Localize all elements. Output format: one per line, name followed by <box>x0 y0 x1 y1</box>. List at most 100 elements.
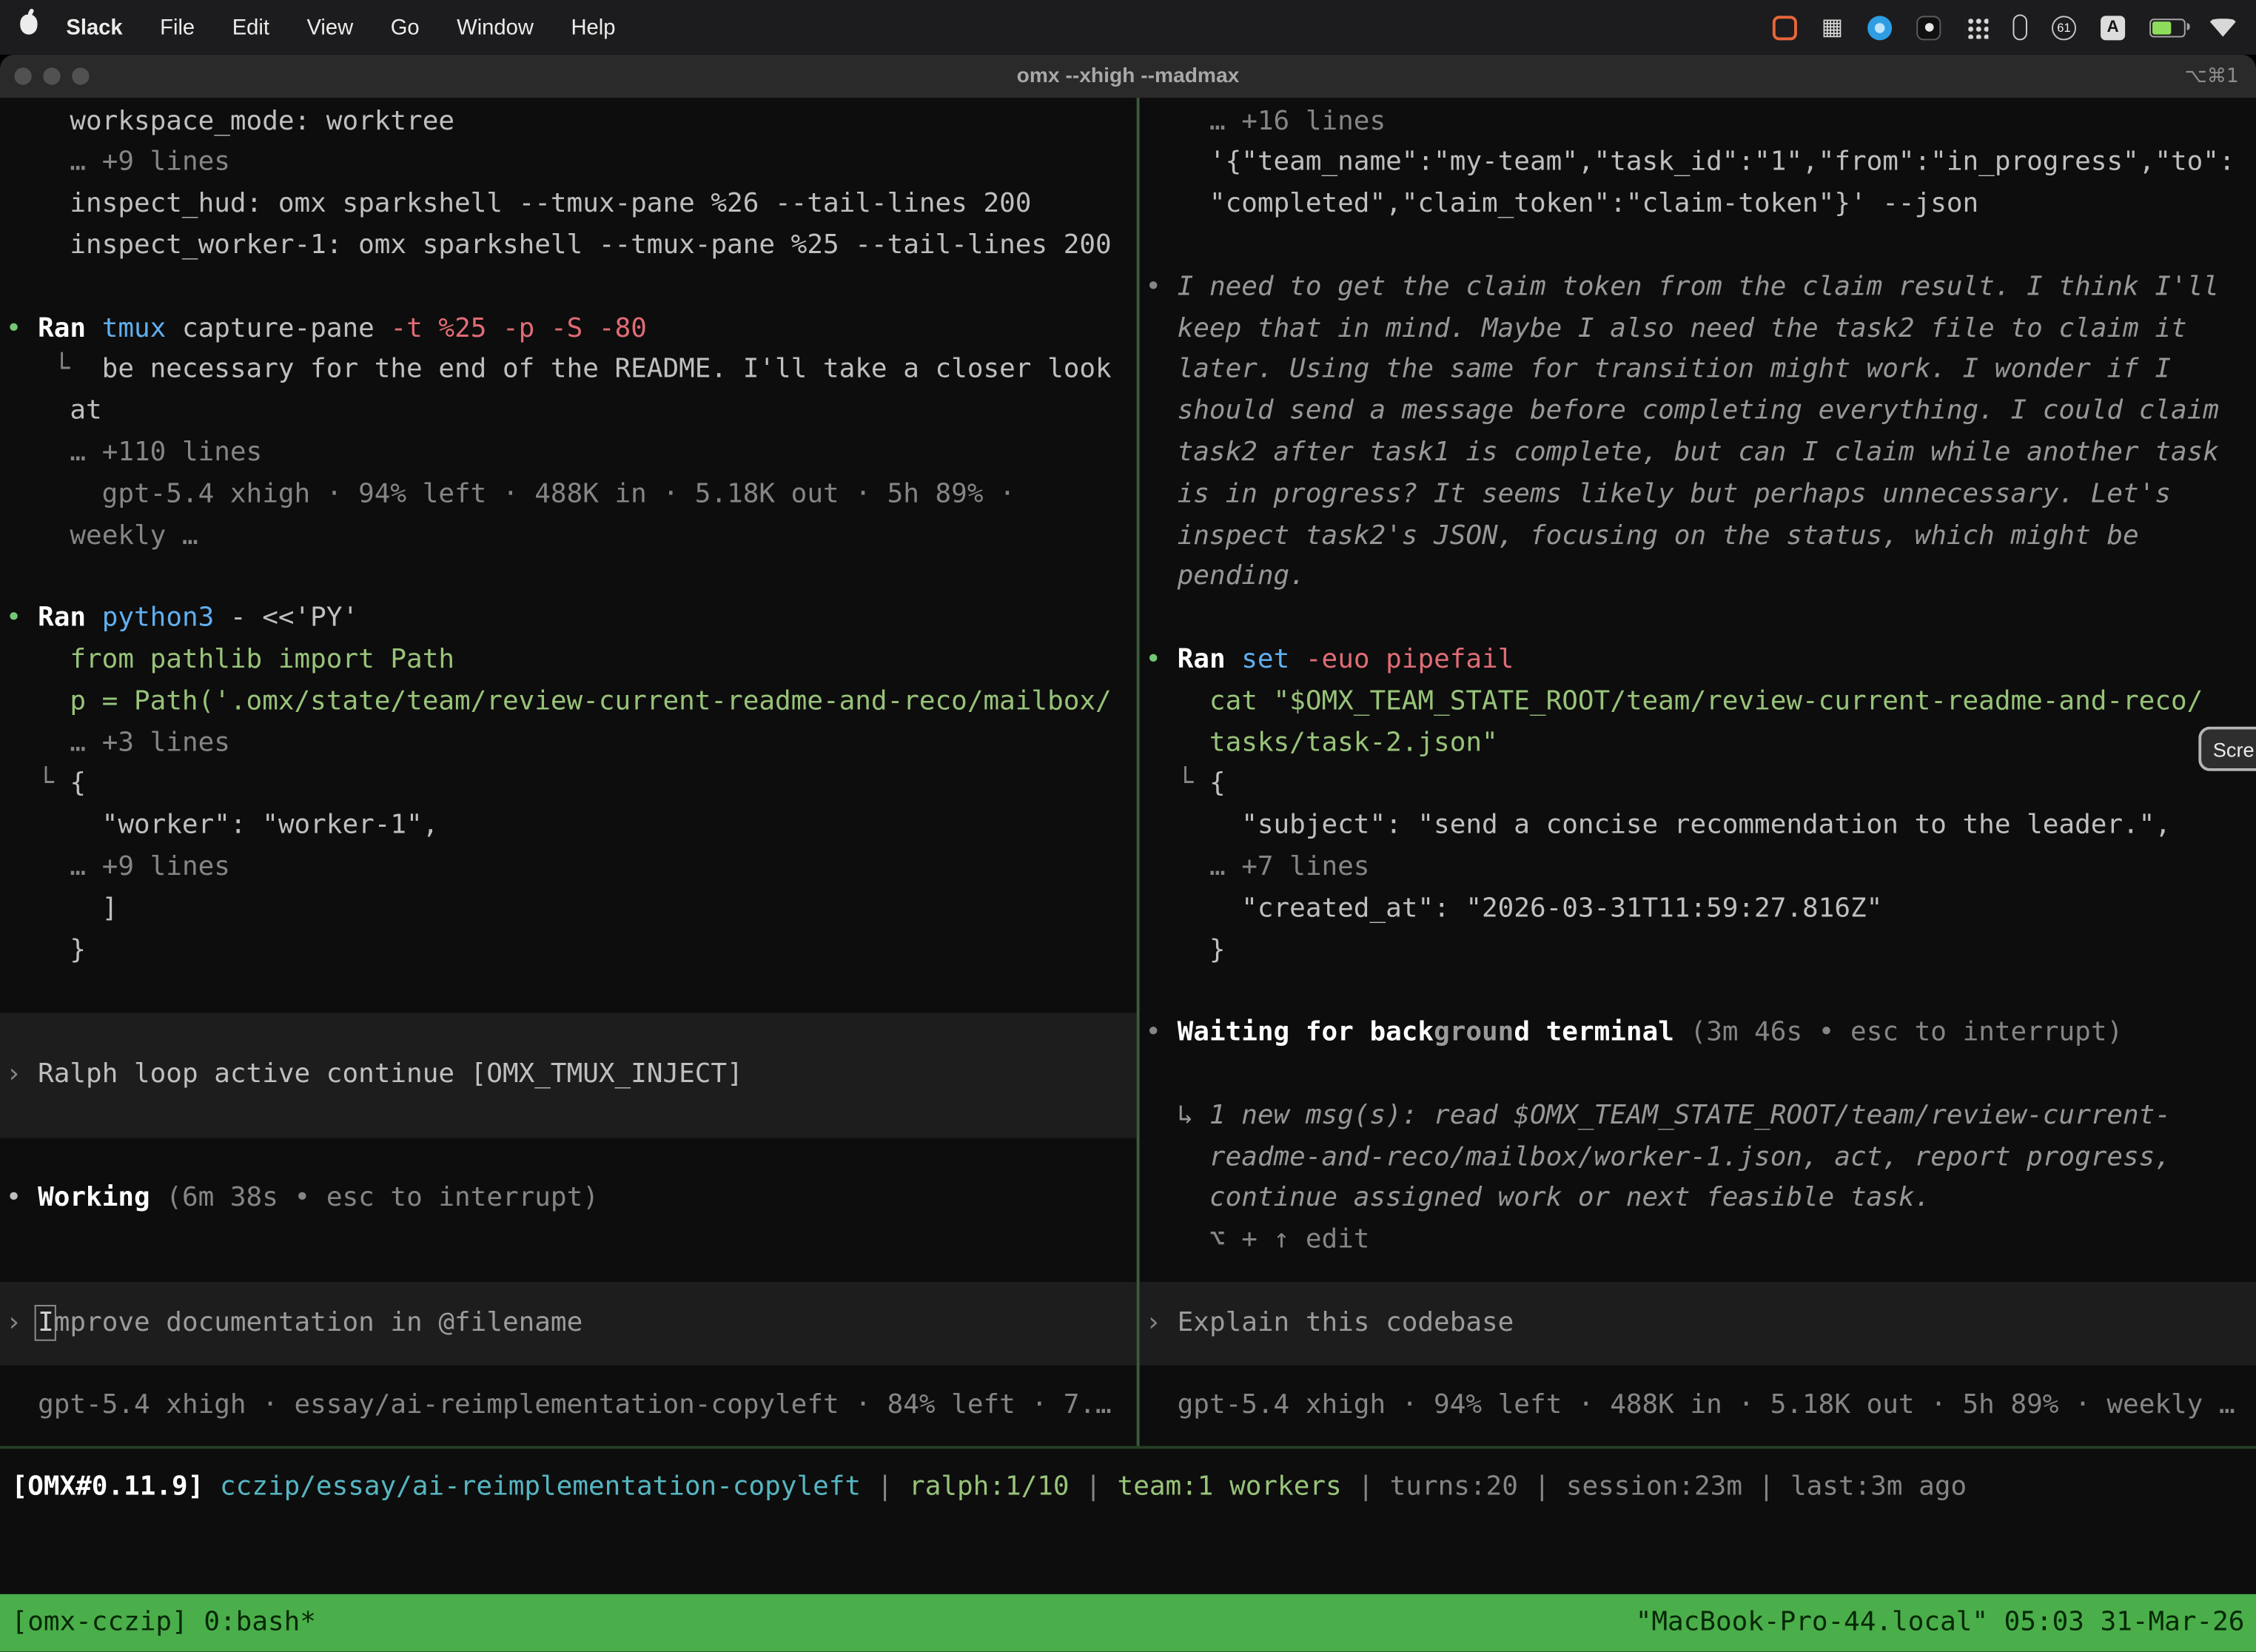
terminal-line <box>6 557 1137 599</box>
terminal-line: p = Path('.omx/state/team/review-current… <box>6 682 1137 723</box>
terminal-line: … +7 lines <box>1145 847 2256 889</box>
app-menu-title[interactable]: Slack <box>66 15 122 39</box>
omx-status-area: [OMX#0.11.9] cczip/essay/ai-reimplementa… <box>0 1446 2256 1594</box>
terminal-line: inspect_worker-1: omx sparkshell --tmux-… <box>6 226 1137 267</box>
terminal-line: • Waiting for background terminal (3m 46… <box>1145 1013 2256 1055</box>
terminal-line <box>6 1345 1137 1386</box>
battery-percent-badge[interactable]: 61 <box>2052 15 2076 39</box>
title-bar: omx --xhigh --madmax ⌥⌘1 <box>0 55 2256 99</box>
terminal-line: › Ralph loop active continue [OMX_TMUX_I… <box>6 1055 1137 1096</box>
terminal-line: └ { <box>6 765 1137 806</box>
terminal-line: "completed","claim_token":"claim-token"}… <box>1145 184 2256 226</box>
terminal-line: continue assigned work or next feasible … <box>1145 1179 2256 1220</box>
tmux-host-clock-label: "MacBook-Pro-44.local" 05:03 31-Mar-26 <box>1636 1602 2245 1644</box>
left-terminal-pane[interactable]: workspace_mode: worktree … +9 lines insp… <box>0 98 1137 1446</box>
left-pane-lines: workspace_mode: worktree … +9 lines insp… <box>6 101 1137 1427</box>
terminal-line: weekly … <box>6 516 1137 557</box>
menu-item-file[interactable]: File <box>160 15 195 39</box>
pill-app-icon[interactable] <box>2012 14 2027 40</box>
terminal-line: › Improve documentation in @filename <box>6 1303 1137 1345</box>
terminal-line: ⌥ + ↑ edit <box>1145 1220 2256 1262</box>
terminal-line: "worker": "worker-1", <box>6 806 1137 847</box>
terminal-line: [OMX#0.11.9] cczip/essay/ai-reimplementa… <box>12 1468 2256 1509</box>
terminal-line <box>6 972 1137 1013</box>
input-source-icon[interactable]: A <box>2101 15 2125 39</box>
terminal-line: › Explain this codebase <box>1145 1303 2256 1345</box>
terminal-line: gpt-5.4 xhigh · 94% left · 488K in · 5.1… <box>1145 1386 2256 1428</box>
apple-menu[interactable] <box>20 14 37 40</box>
terminal-line: … +3 lines <box>6 723 1137 765</box>
pane-divider[interactable] <box>1137 98 1140 1446</box>
menu-item-window[interactable]: Window <box>457 15 534 39</box>
tmux-session-label[interactable]: [omx-cczip] 0:bash* <box>12 1602 316 1644</box>
terminal-line: "subject": "send a concise recommendatio… <box>1145 806 2256 847</box>
menu-bar-status-icons: ▦ 61 A <box>1773 14 2236 40</box>
window-shortcut-hint: ⌥⌘1 <box>2184 64 2238 87</box>
terminal-line: } <box>1145 930 2256 972</box>
menu-item-view[interactable]: View <box>307 15 354 39</box>
terminal-line: └ be necessary for the end of the README… <box>6 350 1137 392</box>
terminal-line <box>6 267 1137 309</box>
desktop: Slack File Edit View Go Window Help ▦ 61… <box>0 0 2256 1652</box>
terminal-line <box>1145 599 2256 640</box>
notification-text: Scre <box>2213 737 2255 760</box>
terminal-line: "created_at": "2026-03-31T11:59:27.816Z" <box>1145 889 2256 930</box>
terminal-line: … +110 lines <box>6 433 1137 474</box>
terminal-line: • I need to get the claim token from the… <box>1145 267 2256 309</box>
terminal-line <box>6 1220 1137 1262</box>
terminal-window: omx --xhigh --madmax ⌥⌘1 workspace_mode:… <box>0 55 2256 1652</box>
terminal-content: workspace_mode: worktree … +9 lines insp… <box>0 98 2256 1446</box>
terminal-line: is in progress? It seems likely but perh… <box>1145 474 2256 516</box>
terminal-line: later. Using the same for transition mig… <box>1145 350 2256 392</box>
minimize-button[interactable] <box>43 67 60 84</box>
wifi-icon[interactable] <box>2210 18 2236 36</box>
terminal-line: … +16 lines <box>1145 101 2256 143</box>
zoom-button[interactable] <box>72 67 89 84</box>
terminal-line: ] <box>6 889 1137 930</box>
window-grid-icon[interactable]: ▦ <box>1822 16 1843 38</box>
dark-app-icon[interactable] <box>1916 15 1941 39</box>
menu-item-help[interactable]: Help <box>571 15 615 39</box>
terminal-line: • Ran tmux capture-pane -t %25 -p -S -80 <box>6 309 1137 350</box>
close-button[interactable] <box>14 67 31 84</box>
terminal-line: gpt-5.4 xhigh · 94% left · 488K in · 5.1… <box>6 474 1137 516</box>
blue-app-icon[interactable] <box>1867 15 1892 39</box>
terminal-line: ↳ 1 new msg(s): read $OMX_TEAM_STATE_ROO… <box>1145 1096 2256 1138</box>
apple-logo-icon <box>20 14 37 34</box>
terminal-line: should send a message before completing … <box>1145 392 2256 433</box>
terminal-line: • Ran python3 - <<'PY' <box>6 599 1137 640</box>
menu-bar: Slack File Edit View Go Window Help ▦ 61… <box>0 0 2256 55</box>
terminal-line: inspect_hud: omx sparkshell --tmux-pane … <box>6 184 1137 226</box>
terminal-line: readme-and-reco/mailbox/worker-1.json, a… <box>1145 1138 2256 1179</box>
terminal-line <box>1145 1055 2256 1096</box>
terminal-line: └ { <box>1145 765 2256 806</box>
menu-item-edit[interactable]: Edit <box>232 15 269 39</box>
menu-item-go[interactable]: Go <box>391 15 420 39</box>
traffic-lights <box>14 67 89 84</box>
screen-recording-icon[interactable] <box>1773 15 1797 39</box>
terminal-line <box>1145 226 2256 267</box>
terminal-line: pending. <box>1145 557 2256 599</box>
terminal-line <box>1145 1262 2256 1303</box>
terminal-line: keep that in mind. Maybe I also need the… <box>1145 309 2256 350</box>
terminal-line <box>6 1262 1137 1303</box>
right-terminal-pane[interactable]: … +16 lines '{"team_name":"my-team","tas… <box>1140 98 2256 1446</box>
terminal-line: gpt-5.4 xhigh · essay/ai-reimplementatio… <box>6 1386 1137 1428</box>
screen-notification[interactable]: Scre <box>2198 727 2256 771</box>
terminal-line <box>1145 972 2256 1013</box>
omx-status-line: [OMX#0.11.9] cczip/essay/ai-reimplementa… <box>0 1448 2256 1508</box>
terminal-line: } <box>6 930 1137 972</box>
terminal-line <box>6 1138 1137 1179</box>
terminal-line <box>1145 1345 2256 1386</box>
terminal-line <box>6 1096 1137 1138</box>
terminal-line: workspace_mode: worktree <box>6 101 1137 143</box>
terminal-line: inspect task2's JSON, focusing on the st… <box>1145 516 2256 557</box>
battery-icon[interactable] <box>2149 18 2186 36</box>
terminal-line: • Ran set -euo pipefail <box>1145 640 2256 682</box>
terminal-line: task2 after task1 is complete, but can I… <box>1145 433 2256 474</box>
terminal-line: … +9 lines <box>6 143 1137 184</box>
terminal-line: tasks/task-2.json" <box>1145 723 2256 765</box>
tmux-status-bar: [omx-cczip] 0:bash* "MacBook-Pro-44.loca… <box>0 1594 2256 1652</box>
window-title: omx --xhigh --madmax <box>0 64 2256 87</box>
apps-grid-icon[interactable] <box>1965 16 1988 38</box>
